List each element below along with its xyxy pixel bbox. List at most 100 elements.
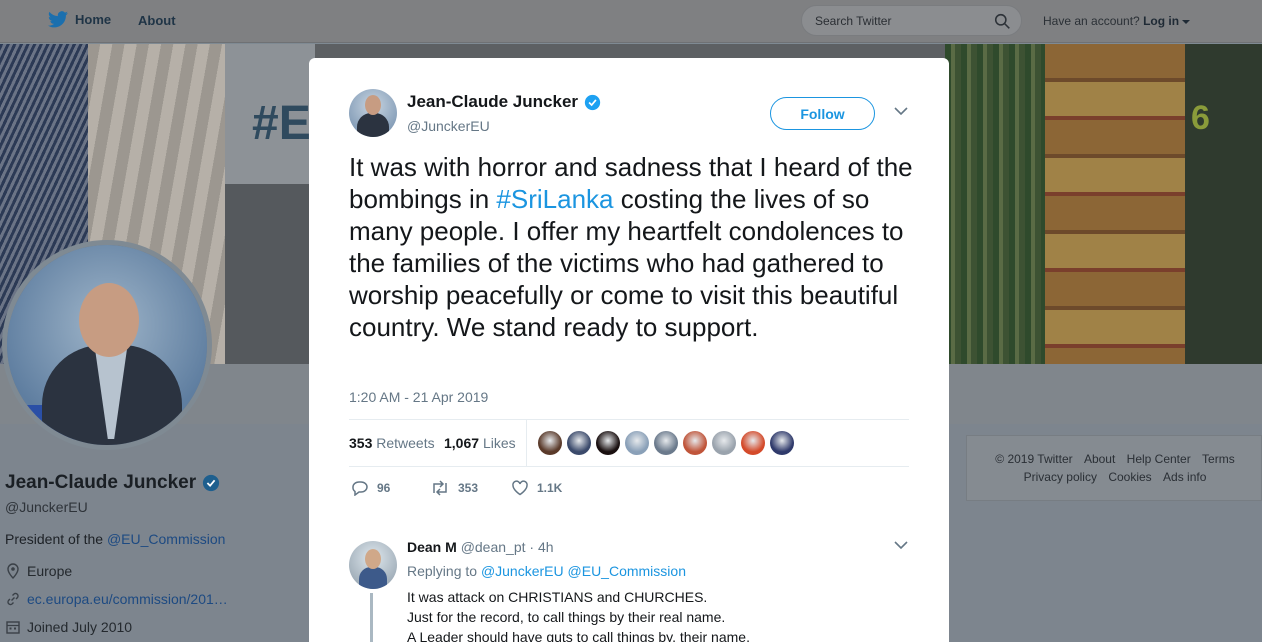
reply-header: Dean M @dean_pt · 4h <box>407 539 554 555</box>
search-placeholder: Search Twitter <box>815 14 892 28</box>
search-icon[interactable] <box>994 13 1011 30</box>
profile-location: Europe <box>5 563 72 579</box>
tweet-timestamp[interactable]: 1:20 AM - 21 Apr 2019 <box>349 389 488 405</box>
login-link[interactable]: Log in <box>1143 14 1179 28</box>
profile-bio-link[interactable]: @EU_Commission <box>107 531 225 547</box>
footer-link-ads[interactable]: Ads info <box>1163 470 1206 484</box>
retweet-button[interactable]: 353 <box>430 480 478 496</box>
likes-stat[interactable]: 1,067 Likes <box>444 435 516 451</box>
footer-link-about[interactable]: About <box>1084 452 1115 466</box>
banner-hashtag-panel: #E <box>225 44 315 364</box>
follow-button[interactable]: Follow <box>770 97 875 130</box>
profile-website-link[interactable]: ec.europa.eu/commission/201… <box>27 591 228 607</box>
chevron-down-icon[interactable] <box>894 540 908 550</box>
profile-handle[interactable]: @JunckerEU <box>5 499 88 515</box>
replying-prefix: Replying to <box>407 563 478 579</box>
profile-website: ec.europa.eu/commission/201… <box>5 591 228 607</box>
banner-plants-panel <box>945 44 1045 364</box>
replying-to-link-1[interactable]: @JunckerEU <box>481 563 564 579</box>
like-button[interactable]: 1.1K <box>511 480 562 496</box>
reply-author-handle[interactable]: @dean_pt <box>461 539 526 555</box>
footer-link-cookies[interactable]: Cookies <box>1108 470 1151 484</box>
reply-time[interactable]: · 4h <box>529 539 553 555</box>
tweet-text: It was with horror and sadness that I he… <box>349 151 914 343</box>
tweet-author-name[interactable]: Jean-Claude Juncker <box>407 92 601 112</box>
liker-avatar[interactable] <box>683 431 707 455</box>
banner-ticker-panel: 6 <box>1185 44 1262 364</box>
profile-joined: Joined July 2010 <box>5 619 132 635</box>
thread-line <box>370 593 373 642</box>
reply-avatar-body <box>359 567 387 589</box>
chevron-down-icon[interactable] <box>894 106 908 116</box>
nav-home-link[interactable]: Home <box>48 11 111 28</box>
reply-line: It was attack on CHRISTIANS and CHURCHES… <box>407 589 708 605</box>
likes-count: 1,067 <box>444 435 480 451</box>
verified-badge-icon <box>584 94 601 110</box>
liker-avatar[interactable] <box>625 431 649 455</box>
footer-copyright: © 2019 Twitter <box>995 452 1073 466</box>
calendar-icon <box>6 621 20 634</box>
tweet-author-avatar[interactable] <box>349 89 397 137</box>
profile-joined-text: Joined July 2010 <box>27 619 133 635</box>
footer-link-privacy[interactable]: Privacy policy <box>1024 470 1097 484</box>
tweet-author-name-text: Jean-Claude Juncker <box>407 92 579 111</box>
footer-links-box: © 2019 Twitter About Help Center Terms P… <box>966 435 1262 501</box>
liker-avatar[interactable] <box>741 431 765 455</box>
twitter-bird-icon <box>48 11 68 28</box>
stats-divider <box>526 420 527 466</box>
tweet-avatar-head <box>365 95 381 115</box>
avatar-head <box>79 283 139 357</box>
replying-to: Replying to @JunckerEU @EU_Commission <box>407 563 686 579</box>
reply-author-avatar[interactable] <box>349 541 397 589</box>
likers-avatars <box>538 431 794 455</box>
retweets-stat[interactable]: 353 Retweets <box>349 435 435 451</box>
liker-avatar[interactable] <box>538 431 562 455</box>
profile-bio: President of the @EU_Commission <box>5 531 225 547</box>
reply-text: It was attack on CHRISTIANS and CHURCHES… <box>407 587 750 642</box>
profile-name: Jean-Claude Juncker <box>5 472 220 494</box>
retweets-count: 353 <box>349 435 373 451</box>
profile-avatar[interactable] <box>2 240 212 450</box>
replying-to-link-2[interactable]: @EU_Commission <box>568 563 686 579</box>
reply-button[interactable]: 96 <box>351 480 390 496</box>
tweet-actions: 96 353 1.1K <box>349 478 909 500</box>
reply-count: 96 <box>377 481 391 495</box>
link-icon <box>7 592 19 606</box>
top-navigation: Home About Search Twitter Have an accoun… <box>0 0 1262 43</box>
location-pin-icon <box>7 563 19 579</box>
heart-icon <box>512 480 528 496</box>
liker-avatar[interactable] <box>567 431 591 455</box>
reply-icon <box>352 481 368 496</box>
retweets-label: Retweets <box>376 435 435 451</box>
reply-line: Just for the record, to call things by t… <box>407 609 726 625</box>
footer-link-terms[interactable]: Terms <box>1202 452 1235 466</box>
liker-avatar[interactable] <box>596 431 620 455</box>
tweet-hashtag-link[interactable]: #SriLanka <box>496 184 613 214</box>
chevron-down-icon[interactable] <box>1182 19 1191 25</box>
footer-link-help[interactable]: Help Center <box>1127 452 1191 466</box>
search-input[interactable]: Search Twitter <box>801 5 1022 36</box>
footer-row-1: © 2019 Twitter About Help Center Terms <box>967 452 1262 466</box>
liker-avatar[interactable] <box>654 431 678 455</box>
reply-author-name[interactable]: Dean M <box>407 539 457 555</box>
banner-ticker-text: 6 <box>1191 99 1212 137</box>
profile-location-text: Europe <box>27 563 73 579</box>
verified-badge-icon <box>203 474 220 492</box>
login-area: Have an account? Log in <box>1043 14 1191 28</box>
tweet-author-handle[interactable]: @JunckerEU <box>407 118 490 134</box>
liker-avatar[interactable] <box>712 431 736 455</box>
tweet-stats: 353 Retweets 1,067 Likes <box>349 419 909 467</box>
reply-avatar-head <box>365 549 381 569</box>
banner-hashtag-text: #E <box>252 97 311 150</box>
banner-containers-panel <box>1045 44 1185 364</box>
nav-about-link[interactable]: About <box>138 13 176 28</box>
like-count: 1.1K <box>537 481 563 495</box>
profile-bio-text: President of the <box>5 531 104 547</box>
retweet-icon <box>433 480 447 496</box>
liker-avatar[interactable] <box>770 431 794 455</box>
profile-name-text: Jean-Claude Juncker <box>5 472 197 493</box>
tweet-modal: Jean-Claude Juncker @JunckerEU Follow It… <box>309 58 949 642</box>
retweet-count: 353 <box>458 481 479 495</box>
tweet-avatar-suit <box>357 113 389 137</box>
footer-row-2: Privacy policy Cookies Ads info <box>967 470 1262 484</box>
